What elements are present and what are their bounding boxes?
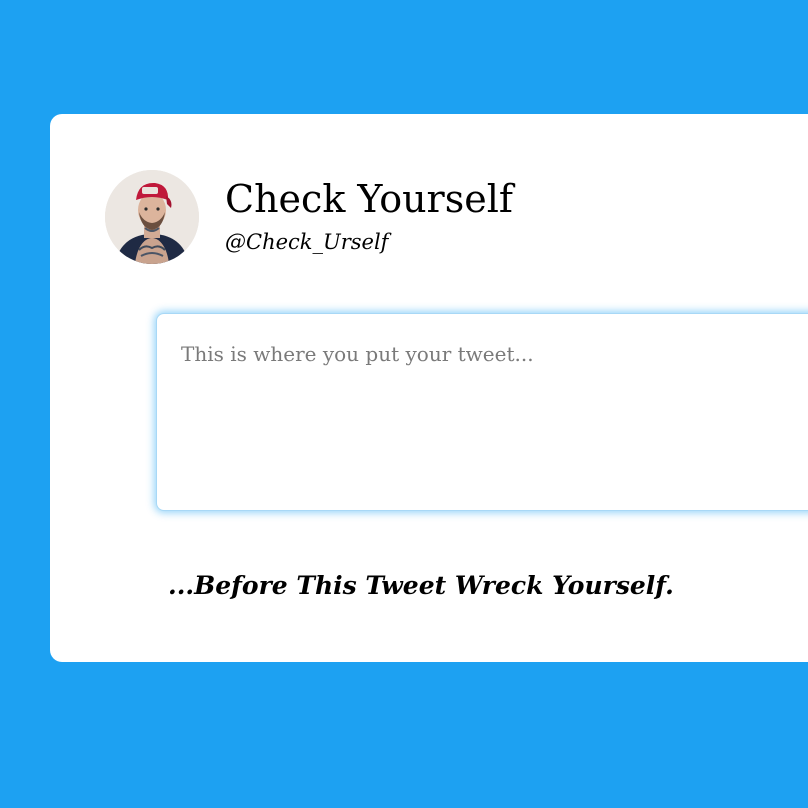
user-handle: @Check_Urself: [225, 230, 389, 254]
display-name: Check Yourself: [225, 177, 513, 221]
tweet-input[interactable]: [156, 313, 808, 511]
avatar: [105, 170, 199, 264]
tagline: ...Before This Tweet Wreck Yourself.: [168, 571, 674, 600]
tweet-card: Check Yourself @Check_Urself ...Before T…: [50, 114, 808, 662]
avatar-photo-icon: [105, 170, 199, 264]
